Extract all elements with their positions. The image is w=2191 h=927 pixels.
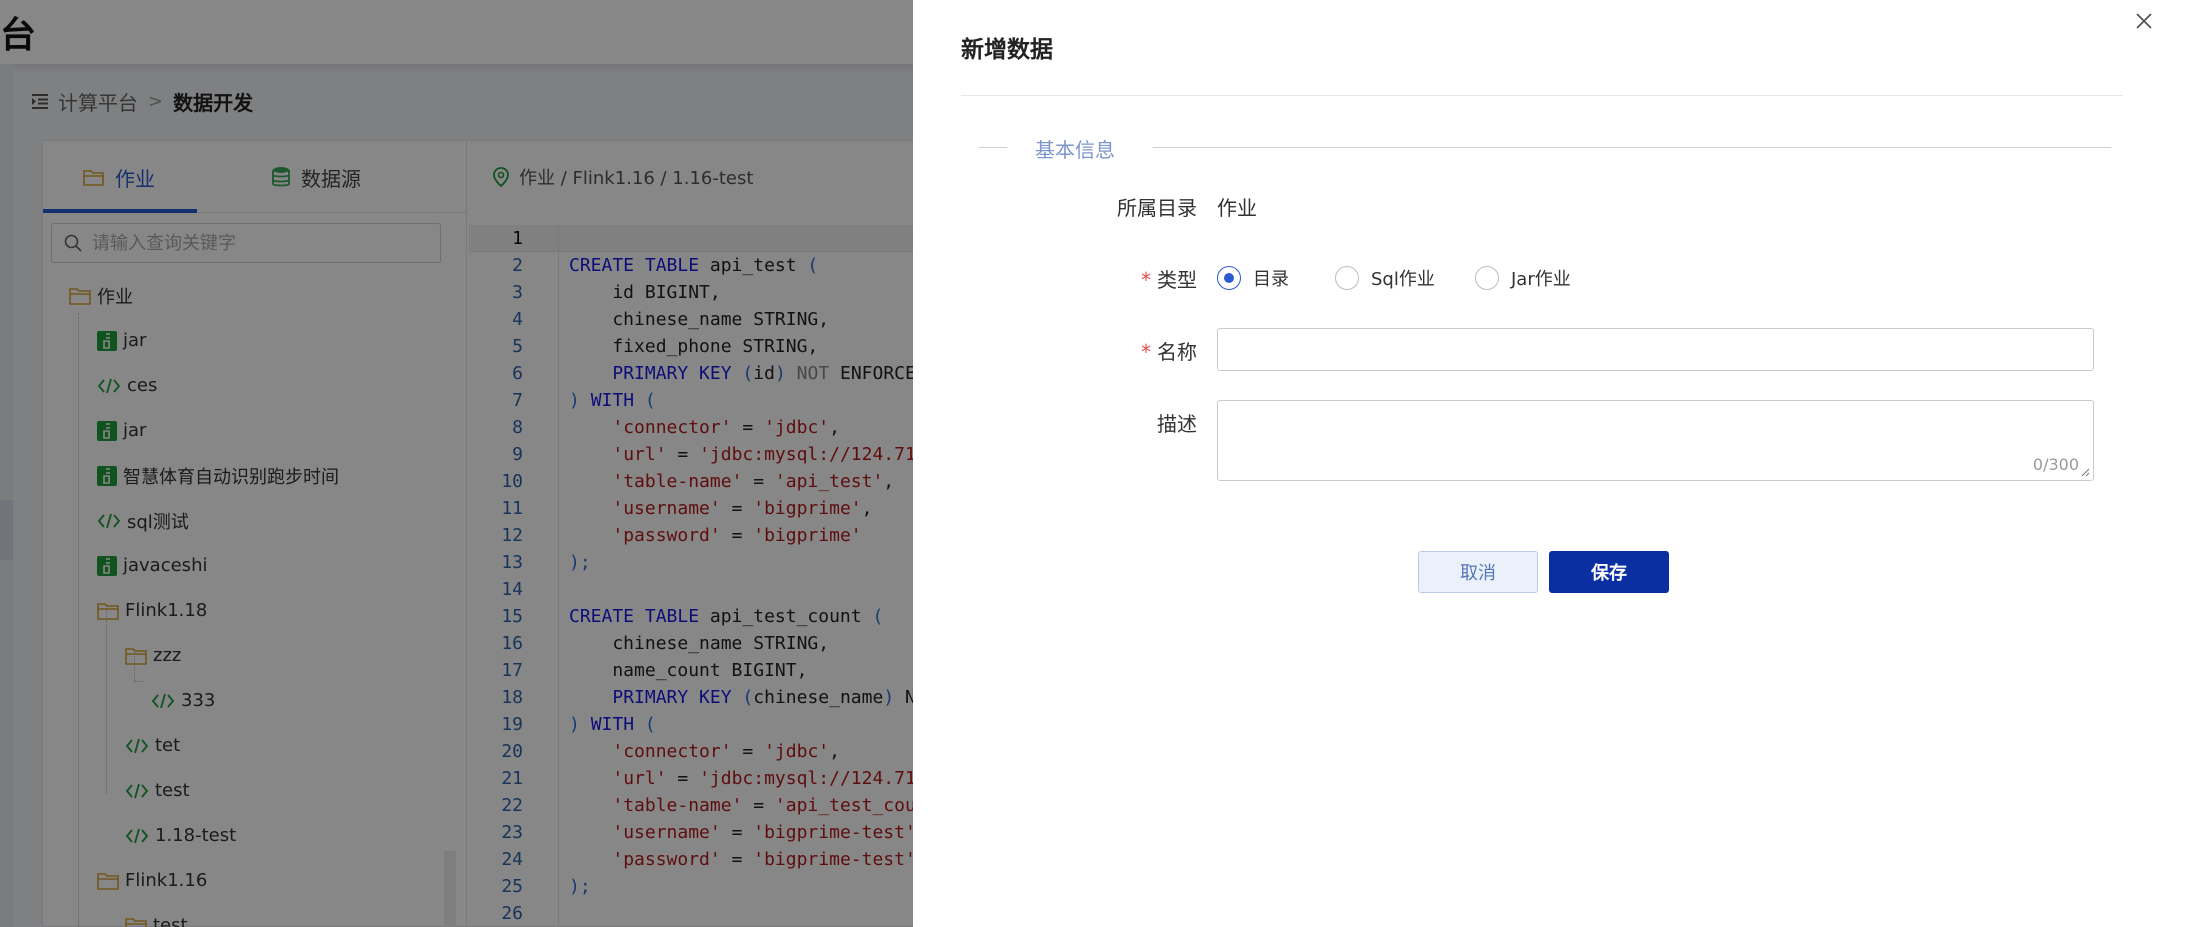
name-input[interactable] <box>1217 328 2094 371</box>
dir-value: 作业 <box>1217 196 1257 220</box>
cancel-button[interactable]: 取消 <box>1418 551 1538 593</box>
close-icon[interactable] <box>2131 8 2157 34</box>
required-mark: * <box>1141 340 1151 364</box>
radio-label: Sql作业 <box>1371 269 1435 290</box>
section-title: 基本信息 <box>1035 138 1115 162</box>
type-radio-directory[interactable]: 目录 <box>1217 264 1289 292</box>
type-label-text: 类型 <box>1157 268 1197 292</box>
char-counter: 0/300 <box>2032 455 2079 474</box>
type-radio-sql-job[interactable]: Sql作业 <box>1335 264 1435 292</box>
resize-grip-icon[interactable] <box>2080 467 2090 477</box>
desc-label: 描述 <box>1027 408 1197 437</box>
description-textarea[interactable] <box>1218 401 2093 480</box>
description-field: 0/300 <box>1217 400 2094 481</box>
name-label: * 名称 <box>1027 336 1197 365</box>
type-label: * 类型 <box>1027 264 1197 293</box>
new-data-drawer: 新增数据 基本信息 所属目录 作业 * 类型 目录 Sql作业 Jar作业 * 名称… <box>913 0 2191 927</box>
radio-unchecked-icon <box>1335 266 1359 290</box>
name-label-text: 名称 <box>1157 340 1197 364</box>
title-divider <box>961 95 2123 96</box>
type-radio-jar-job[interactable]: Jar作业 <box>1475 264 1571 292</box>
radio-label: 目录 <box>1253 269 1289 290</box>
section-divider-right <box>1153 147 2111 148</box>
required-mark: * <box>1141 268 1151 292</box>
dir-label-text: 所属目录 <box>1117 196 1197 220</box>
radio-label: Jar作业 <box>1511 269 1571 290</box>
dir-label: 所属目录 <box>1027 192 1197 221</box>
drawer-title: 新增数据 <box>961 37 1053 63</box>
desc-label-text: 描述 <box>1157 412 1197 436</box>
radio-unchecked-icon <box>1475 266 1499 290</box>
save-button[interactable]: 保存 <box>1549 551 1669 593</box>
radio-checked-icon <box>1217 266 1241 290</box>
section-divider-left <box>979 147 1007 148</box>
